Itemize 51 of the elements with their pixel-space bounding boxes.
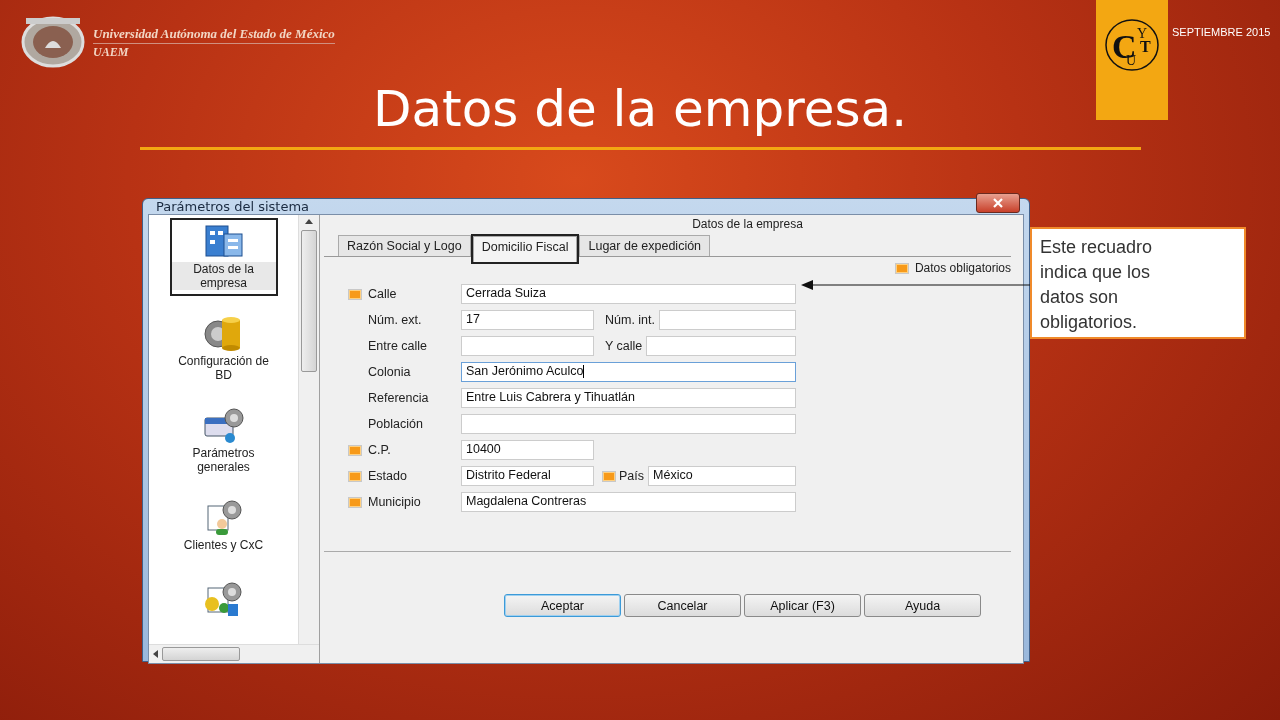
legend-label: Datos obligatorios xyxy=(914,261,1011,275)
field-label: Referencia xyxy=(368,391,430,405)
section-title: Datos de la empresa xyxy=(691,217,804,233)
field-label: Población xyxy=(368,417,424,431)
text-field[interactable]: San Jerónimo Aculco xyxy=(461,362,796,382)
text-field[interactable]: Distrito Federal xyxy=(461,466,594,486)
sidebar-item[interactable]: Configuración de BD xyxy=(169,310,278,388)
field-label: Y calle xyxy=(605,339,643,353)
field-label: Entre calle xyxy=(368,339,429,353)
text-field[interactable]: México xyxy=(648,466,796,486)
text-field[interactable]: 10400 xyxy=(461,440,594,460)
tab[interactable]: Lugar de expedición xyxy=(579,235,711,256)
field-label: Colonia xyxy=(368,365,412,379)
field-label: Estado xyxy=(368,469,408,483)
tab[interactable]: Domicilio Fiscal xyxy=(472,236,578,262)
date-label: SEPTIEMBRE 2015 xyxy=(1172,26,1271,38)
dialog-button[interactable]: Aceptar xyxy=(504,594,621,617)
scrollbar[interactable] xyxy=(149,644,319,663)
left-arrow-icon[interactable] xyxy=(153,650,158,658)
university-name: Universidad Autónoma del Estado de México xyxy=(93,26,335,44)
tab[interactable]: Razón Social y Logo xyxy=(338,235,471,256)
close-button[interactable] xyxy=(976,192,1020,213)
field-label: C.P. xyxy=(368,443,392,457)
dialog-button[interactable]: Ayuda xyxy=(864,594,981,617)
up-arrow-icon[interactable] xyxy=(305,219,313,224)
dialog-button[interactable]: Aplicar (F3) xyxy=(744,594,861,617)
slide-title: Datos de la empresa. xyxy=(371,80,909,138)
field-label: Núm. ext. xyxy=(368,313,423,327)
text-field[interactable] xyxy=(646,336,796,356)
text-field[interactable] xyxy=(659,310,796,330)
field-label: Municipio xyxy=(368,495,422,509)
sidebar-item[interactable]: Clientes y CxC xyxy=(169,494,278,562)
scrollbar[interactable] xyxy=(298,215,319,644)
text-field[interactable]: Cerrada Suiza xyxy=(461,284,796,304)
text-field[interactable]: Entre Luis Cabrera y Tihuatlán xyxy=(461,388,796,408)
field-label: País xyxy=(619,469,644,483)
field-label: Núm. int. xyxy=(605,313,655,327)
sidebar-item[interactable]: Parámetros generales xyxy=(169,402,278,480)
field-label: Calle xyxy=(368,287,398,301)
sidebar-item[interactable]: Datos de la empresa xyxy=(169,218,278,296)
text-field[interactable]: Magdalena Contreras xyxy=(461,492,796,512)
callout-box: Este recuadro indica que los datos son obligatorios. xyxy=(1030,227,1246,339)
text-field[interactable] xyxy=(461,414,796,434)
university-acronym: UAEM xyxy=(93,45,129,60)
required-marker xyxy=(894,262,909,274)
text-field[interactable] xyxy=(461,336,594,356)
dialog-button[interactable]: Cancelar xyxy=(624,594,741,617)
window-icon xyxy=(201,406,246,446)
window-title: Parámetros del sistema xyxy=(155,199,310,214)
close-icon xyxy=(992,197,1004,208)
text-field[interactable]: 17 xyxy=(461,310,594,330)
